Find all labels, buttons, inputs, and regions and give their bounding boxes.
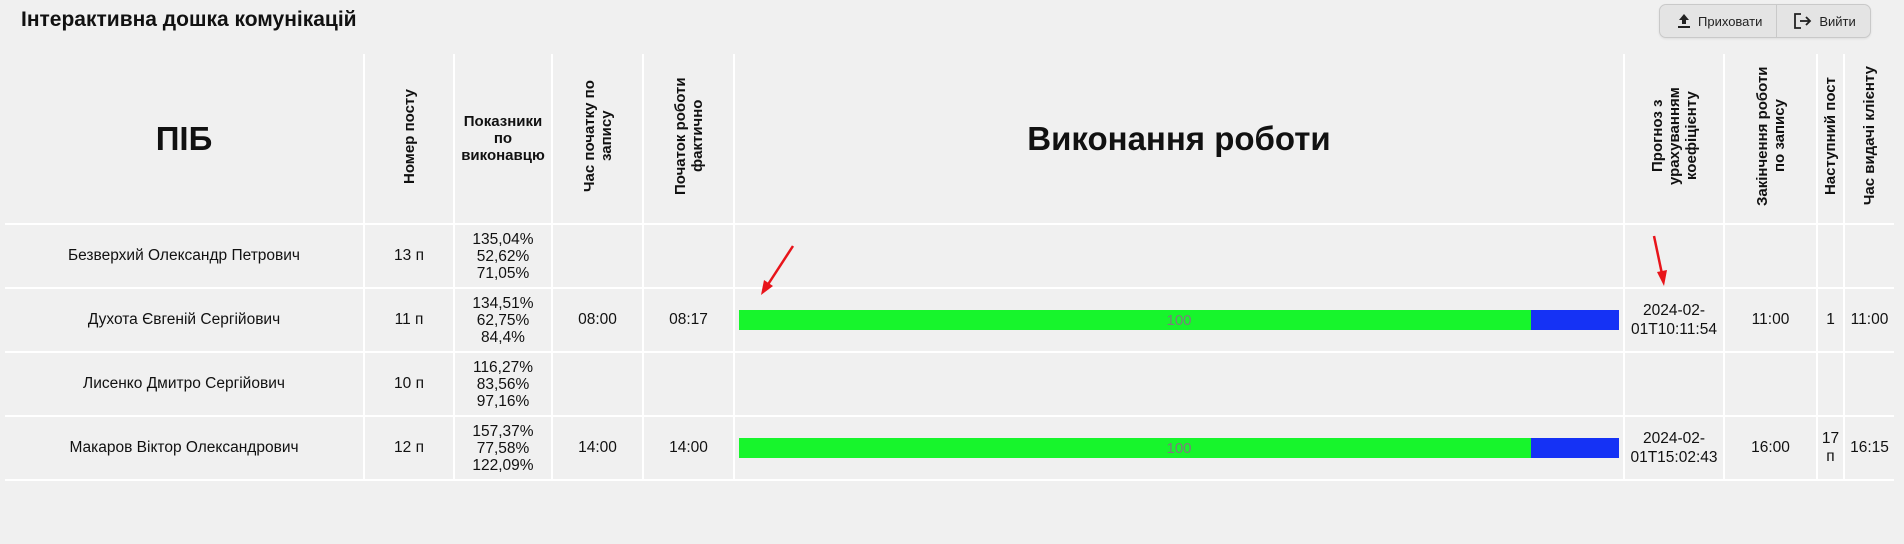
start-planned [552, 352, 644, 417]
hide-button-label: Приховати [1698, 13, 1763, 29]
stat-value: 135,04% [472, 230, 534, 248]
table-row: Макаров Віктор Олександрович 12 п 157,37% 7… [5, 416, 1894, 481]
progress-cell: 100 [734, 416, 1625, 481]
executor-name: Макаров Віктор Олександрович [5, 416, 365, 481]
end-planned: 16:00 [1724, 416, 1818, 481]
header-forecast: Прогноз з урахуванням коефіцієнту [1624, 54, 1725, 225]
header-end-planned: Закінчення роботи по запису [1724, 54, 1818, 225]
header-stats: Показники по виконавцю [454, 54, 553, 225]
end-planned [1724, 352, 1818, 417]
header-start-actual: Початок роботи фактично [643, 54, 735, 225]
header-progress: Виконання роботи [734, 54, 1625, 225]
next-post: 1 [1817, 288, 1845, 353]
progress-cell [734, 352, 1625, 417]
stat-value: 77,58% [476, 439, 530, 457]
stat-value: 62,75% [476, 311, 530, 329]
stat-value: 83,56% [476, 375, 530, 393]
post-number: 10 п [364, 352, 455, 417]
executor-name: Духота Євгеній Сергійович [5, 288, 365, 353]
executor-stats: 116,27% 83,56% 97,16% [454, 352, 553, 417]
next-post [1817, 352, 1845, 417]
progress-bar-done [739, 438, 1531, 458]
start-planned [552, 224, 644, 289]
post-number: 11 п [364, 288, 455, 353]
executor-name: Безверхий Олександр Петрович [5, 224, 365, 289]
annotation-arrow-right [1652, 235, 1667, 286]
page-title: Інтерактивна дошка комунікацій [21, 8, 357, 31]
exit-button[interactable]: Вийти [1776, 5, 1870, 37]
stat-value: 134,51% [472, 294, 534, 312]
stat-value: 116,27% [472, 358, 534, 376]
executor-stats: 134,51% 62,75% 84,4% [454, 288, 553, 353]
end-planned [1724, 224, 1818, 289]
header-start-planned: Час початку по запису [552, 54, 644, 225]
table-row: Духота Євгеній Сергійович 11 п 134,51% 62,7… [5, 288, 1894, 353]
forecast-time: 2024-02- 01T10:11:54 [1624, 288, 1725, 353]
delivery-time: 16:15 [1844, 416, 1894, 481]
forecast-time [1624, 352, 1725, 417]
progress-bar-over [1531, 310, 1619, 330]
delivery-time [1844, 352, 1894, 417]
communication-board-table: ПІБ Номер посту Показники по виконавцю Ч… [5, 54, 1894, 481]
annotation-arrow-left [761, 245, 795, 295]
header-post: Номер посту [364, 54, 455, 225]
post-number: 12 п [364, 416, 455, 481]
table-row: Безверхий Олександр Петрович 13 п 135,04% 5… [5, 224, 1894, 289]
upload-icon [1676, 13, 1692, 29]
end-planned: 11:00 [1724, 288, 1818, 353]
delivery-time: 11:00 [1844, 288, 1894, 353]
start-planned: 14:00 [552, 416, 644, 481]
stat-value: 97,16% [476, 392, 530, 410]
start-actual: 14:00 [643, 416, 735, 481]
next-post [1817, 224, 1845, 289]
next-post: 17 п [1817, 416, 1845, 481]
executor-stats: 135,04% 52,62% 71,05% [454, 224, 553, 289]
stat-value: 52,62% [476, 247, 530, 265]
header-name: ПІБ [5, 54, 365, 225]
start-actual: 08:17 [643, 288, 735, 353]
forecast-time: 2024-02- 01T15:02:43 [1624, 416, 1725, 481]
progress-cell: 100 [734, 288, 1625, 353]
start-actual [643, 224, 735, 289]
stat-value: 122,09% [472, 456, 534, 474]
logout-icon [1793, 12, 1813, 30]
hide-button[interactable]: Приховати [1660, 5, 1777, 37]
delivery-time [1844, 224, 1894, 289]
executor-name: Лисенко Дмитро Сергійович [5, 352, 365, 417]
table-header-row: ПІБ Номер посту Показники по виконавцю Ч… [5, 54, 1894, 225]
start-actual [643, 352, 735, 417]
exit-button-label: Вийти [1819, 13, 1856, 29]
stat-value: 71,05% [476, 264, 530, 282]
progress-cell [734, 224, 1625, 289]
header-delivery: Час видачі клієнту [1844, 54, 1894, 225]
forecast-time [1624, 224, 1725, 289]
progress-bar-over [1531, 438, 1619, 458]
table-row: Лисенко Дмитро Сергійович 10 п 116,27% 83,5… [5, 352, 1894, 417]
stat-value: 157,37% [472, 422, 534, 440]
progress-bar: 100 [739, 310, 1619, 330]
header-actions: Приховати Вийти [1659, 4, 1871, 38]
start-planned: 08:00 [552, 288, 644, 353]
stat-value: 84,4% [481, 328, 525, 346]
post-number: 13 п [364, 224, 455, 289]
progress-bar-done [739, 310, 1531, 330]
progress-bar: 100 [739, 438, 1619, 458]
header-next-post: Наступний пост [1817, 54, 1845, 225]
executor-stats: 157,37% 77,58% 122,09% [454, 416, 553, 481]
